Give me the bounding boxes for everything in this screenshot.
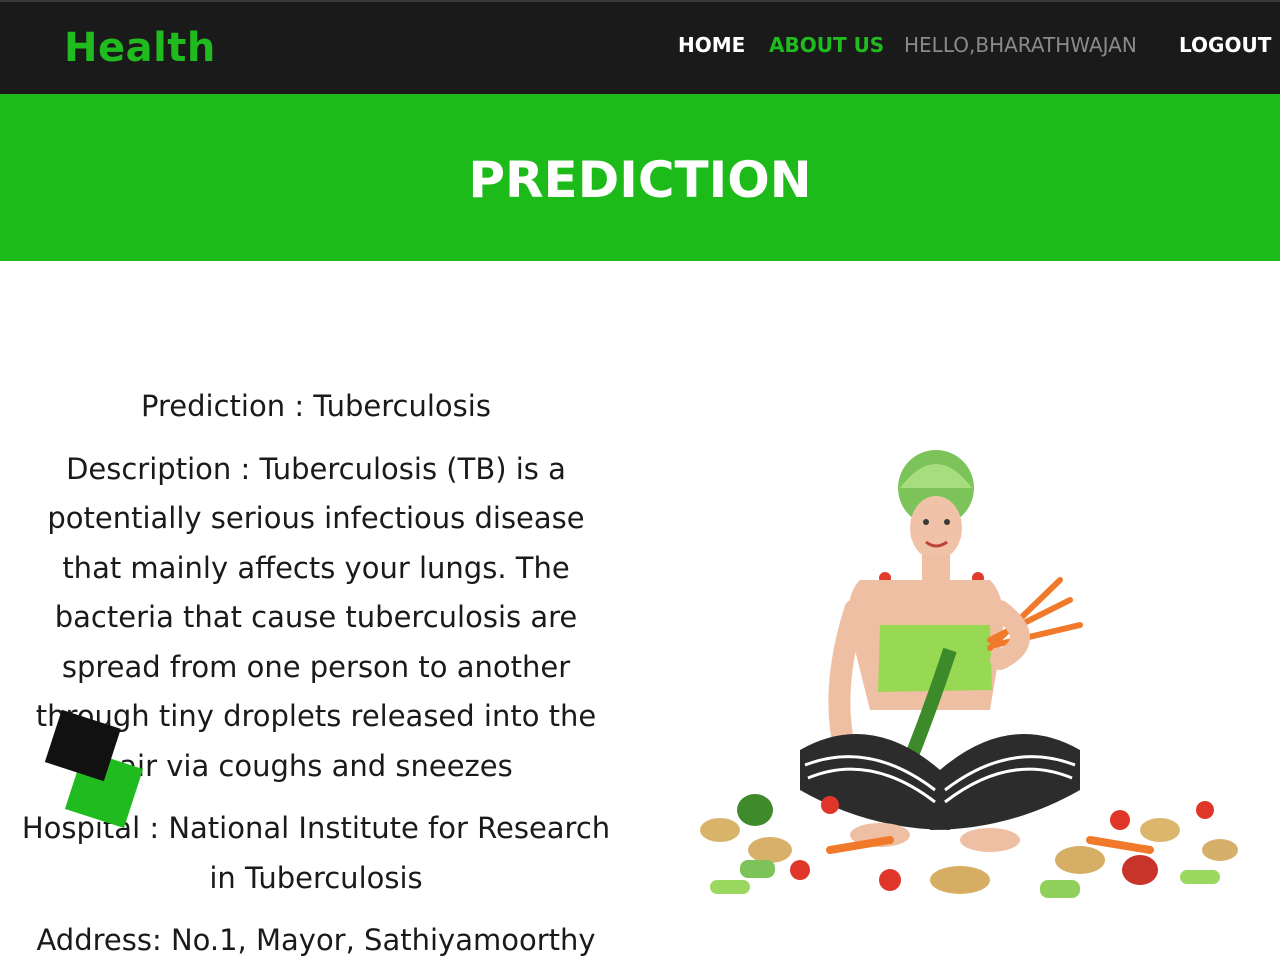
address-line: Address: No.1, Mayor, Sathiyamoorthy	[16, 916, 616, 966]
user-greeting: HELLO,BHARATHWAJAN	[904, 33, 1137, 57]
address-label: Address:	[36, 923, 162, 957]
page-banner: PREDICTION	[0, 94, 1280, 261]
nav-logout-link[interactable]: LOGOUT	[1179, 32, 1271, 58]
decorative-squares	[44, 709, 144, 829]
prediction-result: Prediction : Tuberculosis Description : …	[16, 382, 616, 979]
healthy-woman-vegetables-image	[700, 450, 1238, 898]
address-value: No.1, Mayor, Sathiyamoorthy	[170, 923, 596, 957]
brand-logo[interactable]: Health	[64, 24, 216, 72]
top-navbar: Health HOME ABOUT US HELLO,BHARATHWAJAN …	[0, 0, 1280, 94]
hospital-value: National Institute for Research in Tuber…	[168, 811, 611, 895]
description-label: Description :	[66, 451, 251, 486]
prediction-value: Tuberculosis	[313, 389, 491, 423]
prediction-line: Prediction : Tuberculosis	[16, 382, 616, 432]
page-title: PREDICTION	[468, 151, 812, 209]
prediction-label: Prediction :	[141, 389, 305, 423]
nav-about-link[interactable]: ABOUT US	[769, 32, 884, 58]
nav-home-link[interactable]: HOME	[678, 32, 745, 58]
